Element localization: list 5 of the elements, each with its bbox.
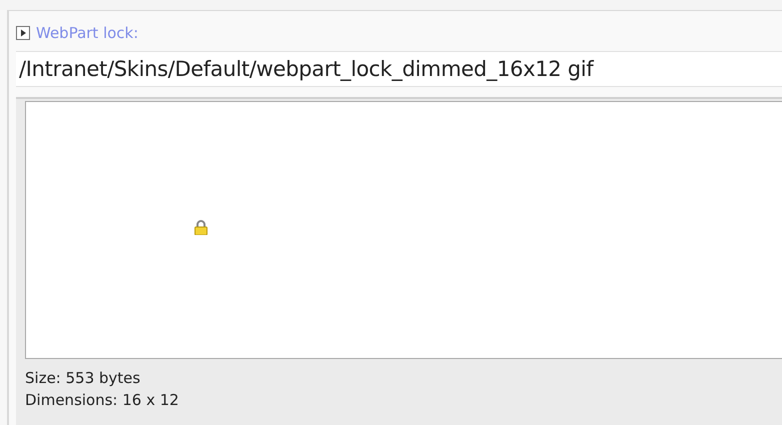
image-info-text: Dimensions: 16 x 12	[25, 390, 180, 411]
path-field[interactable]: /Intranet/Skins/Default/webpart_lock_dimmed_16x12 gif	[16, 51, 782, 87]
image-info-text: Size: 553 bytes	[25, 368, 142, 389]
padlock-icon	[193, 220, 209, 235]
property-label: WebPart lock:	[36, 22, 138, 44]
